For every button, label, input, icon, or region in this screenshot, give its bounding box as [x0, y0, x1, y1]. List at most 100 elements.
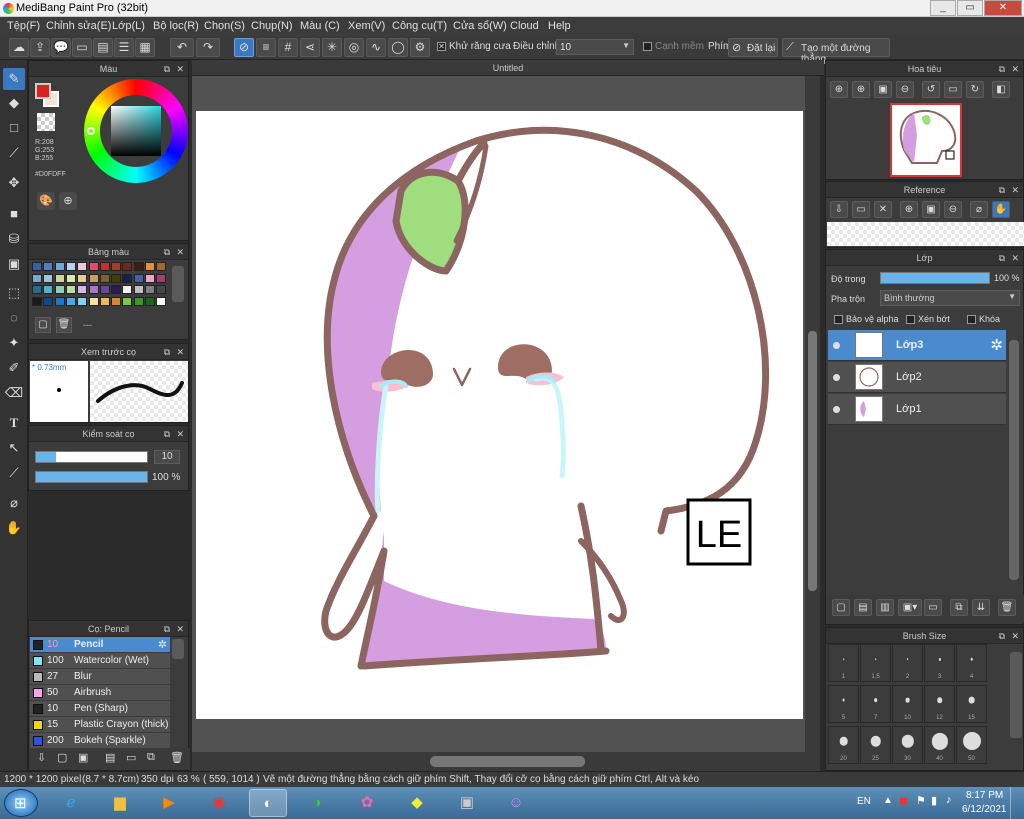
media-player-icon[interactable]: ▶: [150, 789, 188, 817]
horizontal-scrollbar[interactable]: [192, 752, 805, 771]
brush-settings-icon[interactable]: ▤: [105, 751, 115, 764]
new-palette-icon[interactable]: ▢: [35, 317, 51, 333]
lasso-tool-icon[interactable]: ◌: [3, 307, 25, 329]
close-icon[interactable]: ✕: [1011, 628, 1019, 644]
palette-swatch[interactable]: [65, 273, 76, 283]
snap-radial-icon[interactable]: ✳: [322, 38, 342, 57]
select-eraser-tool-icon[interactable]: ⌫: [3, 382, 25, 404]
clock-time[interactable]: 8:17 PM: [966, 790, 1003, 801]
layer-row[interactable]: Lớp1: [828, 394, 1006, 425]
brush-list-item[interactable]: 10 Pen (Sharp): [30, 701, 170, 717]
straight-line-button[interactable]: ⟋ Tạo một đường thẳng: [782, 38, 890, 65]
actual-size-icon[interactable]: ▭: [944, 81, 962, 98]
volume-icon[interactable]: ♪: [946, 794, 952, 806]
detach-icon[interactable]: ⧉: [999, 182, 1005, 198]
palette-swatch[interactable]: [122, 262, 133, 271]
list-icon[interactable]: ☰: [114, 38, 134, 57]
palette-swatch[interactable]: [77, 273, 88, 283]
palette-swatch[interactable]: [111, 273, 122, 283]
palette-swatch[interactable]: [122, 296, 133, 306]
eraser-tool-icon[interactable]: ◆: [3, 92, 25, 114]
blend-mode-dropdown[interactable]: Bình thường ▼: [880, 290, 1020, 306]
snap-curve-icon[interactable]: ∿: [366, 38, 386, 57]
alpha-protect-checkbox[interactable]: Bảo vệ alpha: [834, 314, 899, 325]
folder-icon[interactable]: ▭: [852, 201, 870, 218]
palette-swatch[interactable]: [43, 262, 54, 271]
layer-row[interactable]: Lớp2: [828, 362, 1006, 393]
detach-icon[interactable]: ⧉: [164, 344, 170, 360]
palette-swatch[interactable]: [145, 296, 155, 306]
eyedropper-icon[interactable]: ⌀: [970, 201, 988, 218]
palette-swatch[interactable]: [88, 285, 99, 294]
menu-layer[interactable]: Lớp(L): [112, 20, 145, 32]
new-1bit-layer-icon[interactable]: ▥: [876, 599, 894, 616]
document-tab[interactable]: Untitled: [192, 60, 824, 76]
hand-tool-icon[interactable]: ✋: [3, 517, 25, 539]
palette-swatch[interactable]: [54, 273, 65, 283]
menu-capture[interactable]: Chụp(N): [251, 20, 293, 32]
brush-size-option[interactable]: 3: [924, 644, 955, 682]
layer-row[interactable]: Lớp3 ✲: [828, 330, 1006, 361]
brush-list-item[interactable]: 100 Watercolor (Wet): [30, 653, 170, 669]
adjust-dropdown[interactable]: 10 ▼: [556, 39, 634, 55]
zoom-in-icon[interactable]: ⊕: [830, 81, 848, 98]
brush-size-scrollbar[interactable]: [1010, 652, 1022, 738]
tray-up-icon[interactable]: ▲: [883, 795, 893, 806]
layer-scrollbar[interactable]: [1008, 340, 1020, 580]
close-reference-icon[interactable]: ✕: [874, 201, 892, 218]
palette-scrollbar[interactable]: [172, 266, 184, 302]
cloud-download-icon[interactable]: ⇩: [37, 751, 46, 764]
language-indicator[interactable]: EN: [857, 796, 871, 807]
palette-swatch[interactable]: [43, 285, 54, 294]
select-rect-tool-icon[interactable]: ⬚: [3, 282, 25, 304]
snap-concentric-icon[interactable]: ◎: [344, 38, 364, 57]
menu-cloud[interactable]: Cloud: [510, 20, 539, 32]
clock-date[interactable]: 6/12/2021: [962, 804, 1007, 815]
dot-rect-tool-icon[interactable]: □: [3, 117, 25, 139]
detach-icon[interactable]: ⧉: [999, 61, 1005, 77]
palette-swatch[interactable]: [111, 285, 122, 294]
flip-icon[interactable]: ◧: [992, 81, 1010, 98]
clipping-checkbox[interactable]: Xén bớt: [906, 314, 950, 325]
hand-icon[interactable]: ✋: [992, 201, 1010, 218]
snap-ellipse-icon[interactable]: ◯: [388, 38, 408, 57]
primary-color-swatch[interactable]: [35, 83, 51, 99]
brush-list-item[interactable]: 200 Bokeh (Sparkle): [30, 733, 170, 749]
palette-swatch[interactable]: [111, 296, 122, 306]
palette-swatch[interactable]: [133, 273, 144, 283]
palette-swatch[interactable]: [156, 296, 167, 306]
brush-list-item[interactable]: 50 Airbrush: [30, 685, 170, 701]
detach-icon[interactable]: ⧉: [164, 426, 170, 442]
palette-swatch[interactable]: [54, 262, 65, 271]
menu-color[interactable]: Màu (C): [300, 20, 340, 32]
fit-icon[interactable]: ▣: [922, 201, 940, 218]
detach-icon[interactable]: ⧉: [164, 244, 170, 260]
horizontal-scroll-thumb[interactable]: [430, 756, 585, 767]
palette-swatch[interactable]: [88, 296, 99, 306]
menu-filter[interactable]: Bộ lọc(R): [153, 20, 199, 32]
rotate-left-icon[interactable]: ↺: [922, 81, 940, 98]
move-tool-icon[interactable]: ✥: [3, 172, 25, 194]
menu-window[interactable]: Cửa sổ(W): [453, 20, 507, 32]
visibility-icon[interactable]: [833, 342, 840, 349]
close-icon[interactable]: ✕: [176, 244, 184, 260]
palette-swatch[interactable]: [145, 273, 155, 283]
gradient-tool-icon[interactable]: ▣: [3, 253, 25, 275]
menu-file[interactable]: Tệp(F): [7, 20, 40, 32]
grid-page-icon[interactable]: ▦: [135, 38, 155, 57]
detach-icon[interactable]: ⧉: [164, 61, 170, 77]
medibang-icon[interactable]: ◐: [249, 789, 287, 817]
brush-size-option[interactable]: 2: [892, 644, 923, 682]
menu-tools[interactable]: Công cụ(T): [392, 20, 447, 32]
palette-swatch[interactable]: [99, 296, 110, 306]
brush-size-option[interactable]: 40: [924, 726, 955, 764]
palette-swatch[interactable]: [54, 296, 65, 306]
brush-size-option[interactable]: 10: [892, 685, 923, 723]
palette-swatch[interactable]: [133, 296, 144, 306]
color-picker-icon[interactable]: ⊕: [59, 192, 77, 210]
hue-wheel[interactable]: [84, 79, 188, 183]
app-avatar-icon[interactable]: ☺: [497, 789, 535, 817]
palette-swatch[interactable]: [99, 285, 110, 294]
palette-swatch[interactable]: [65, 262, 76, 271]
vertical-scroll-thumb[interactable]: [808, 331, 817, 591]
